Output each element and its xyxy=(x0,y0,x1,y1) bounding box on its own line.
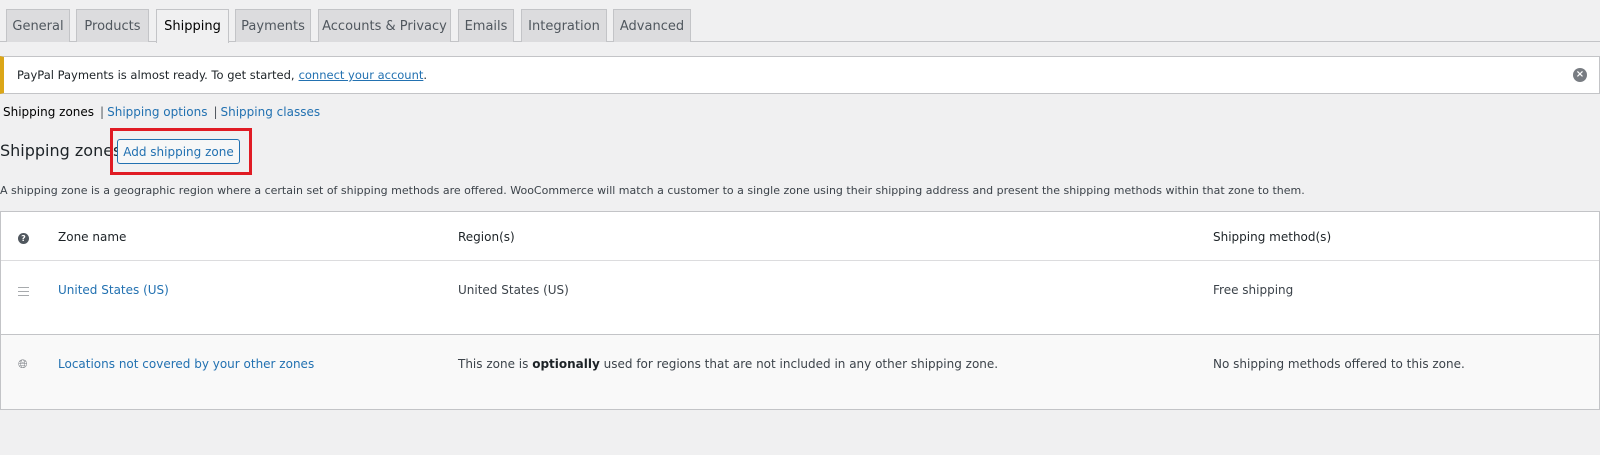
add-shipping-zone-button[interactable]: Add shipping zone xyxy=(117,139,240,164)
region-suffix: used for regions that are not included i… xyxy=(603,357,999,371)
subnav-separator: | xyxy=(213,105,218,119)
region-prefix: This zone is xyxy=(458,357,529,371)
notice-period: . xyxy=(423,68,428,82)
paypal-notice: PayPal Payments is almost ready. To get … xyxy=(0,56,1600,94)
header-regions: Region(s) xyxy=(458,230,515,244)
rest-of-world-zone-link[interactable]: Locations not covered by your other zone… xyxy=(58,357,314,371)
page-title: Shipping zones xyxy=(0,141,122,160)
zone-region: United States (US) xyxy=(458,283,569,297)
tab-payments[interactable]: Payments xyxy=(235,9,311,42)
zone-region: This zone is optionally used for regions… xyxy=(458,357,998,371)
drag-handle-icon[interactable] xyxy=(18,287,29,296)
notice-text: PayPal Payments is almost ready. To get … xyxy=(17,68,295,82)
dismiss-icon[interactable]: × xyxy=(1573,68,1587,82)
tab-shipping[interactable]: Shipping xyxy=(156,9,229,43)
globe-icon: 🌐︎ xyxy=(18,357,28,371)
table-row: United States (US) United States (US) Fr… xyxy=(1,261,1599,335)
zone-methods: No shipping methods offered to this zone… xyxy=(1213,357,1465,371)
tab-emails[interactable]: Emails xyxy=(458,9,514,42)
tab-general[interactable]: General xyxy=(6,9,70,42)
header-zone-name: Zone name xyxy=(58,230,127,244)
zone-name-link[interactable]: United States (US) xyxy=(58,283,169,297)
page-description: A shipping zone is a geographic region w… xyxy=(0,184,1305,197)
tab-accounts-privacy[interactable]: Accounts & Privacy xyxy=(318,9,451,42)
subnav-separator: | xyxy=(100,105,105,119)
table-row: 🌐︎ Locations not covered by your other z… xyxy=(1,335,1599,409)
region-emphasis: optionally xyxy=(532,357,600,371)
tab-advanced[interactable]: Advanced xyxy=(613,9,691,42)
tab-products[interactable]: Products xyxy=(76,9,149,42)
tab-integration[interactable]: Integration xyxy=(521,9,607,42)
zone-methods: Free shipping xyxy=(1213,283,1294,297)
subnav-shipping-options[interactable]: Shipping options xyxy=(107,105,207,119)
help-icon[interactable]: ? xyxy=(18,233,29,244)
connect-account-link[interactable]: connect your account xyxy=(299,68,424,82)
header-shipping-methods: Shipping method(s) xyxy=(1213,230,1332,244)
table-header: ? Zone name Region(s) Shipping method(s) xyxy=(1,212,1599,261)
settings-tabs: General Products Shipping Payments Accou… xyxy=(0,0,1600,43)
subnav-shipping-classes[interactable]: Shipping classes xyxy=(221,105,321,119)
shipping-subnav: Shipping zones | Shipping options | Ship… xyxy=(3,105,320,119)
subnav-shipping-zones[interactable]: Shipping zones xyxy=(3,105,94,119)
shipping-zones-table: ? Zone name Region(s) Shipping method(s)… xyxy=(0,211,1600,410)
